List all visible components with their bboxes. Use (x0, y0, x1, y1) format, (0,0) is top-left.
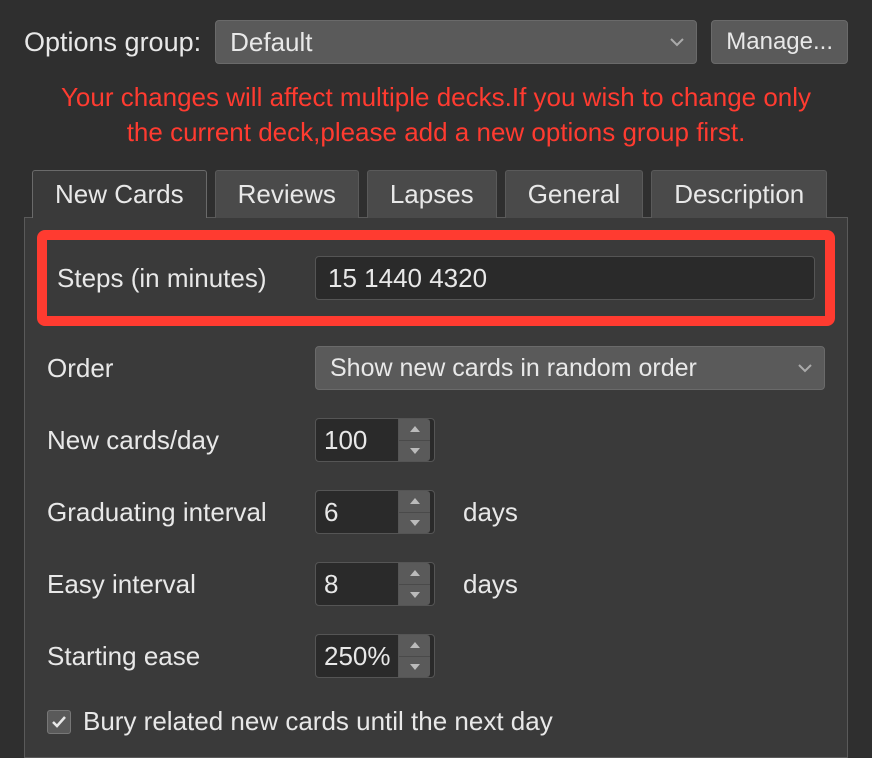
spinner-up-icon[interactable] (399, 563, 430, 585)
options-group-value: Default (230, 27, 312, 58)
starting-ease-label: Starting ease (47, 641, 297, 672)
order-select[interactable]: Show new cards in random order (315, 346, 825, 390)
spinner-up-icon[interactable] (399, 635, 430, 657)
tab-lapses[interactable]: Lapses (367, 170, 497, 218)
easy-interval-unit: days (463, 569, 518, 600)
new-cards-panel: Steps (in minutes) Order Show new cards … (24, 217, 848, 758)
bury-label: Bury related new cards until the next da… (83, 706, 553, 737)
order-label: Order (47, 353, 297, 384)
tab-new-cards[interactable]: New Cards (32, 170, 207, 218)
graduating-interval-input[interactable] (316, 491, 398, 533)
spinner-up-icon[interactable] (399, 491, 430, 513)
new-cards-day-label: New cards/day (47, 425, 297, 456)
spinner-down-icon[interactable] (399, 585, 430, 606)
spinner-down-icon[interactable] (399, 441, 430, 462)
easy-interval-spinner[interactable] (315, 562, 435, 606)
new-cards-day-input[interactable] (316, 419, 398, 461)
easy-interval-input[interactable] (316, 563, 398, 605)
steps-highlight: Steps (in minutes) (37, 230, 835, 326)
tab-reviews[interactable]: Reviews (215, 170, 359, 218)
new-cards-day-spinner[interactable] (315, 418, 435, 462)
tab-row: New Cards Reviews Lapses General Descrip… (32, 170, 848, 218)
graduating-interval-spinner[interactable] (315, 490, 435, 534)
easy-interval-label: Easy interval (47, 569, 297, 600)
spinner-down-icon[interactable] (399, 513, 430, 534)
graduating-interval-label: Graduating interval (47, 497, 297, 528)
starting-ease-spinner[interactable] (315, 634, 435, 678)
steps-label: Steps (in minutes) (57, 263, 297, 294)
options-group-select[interactable]: Default (215, 20, 697, 64)
tab-description[interactable]: Description (651, 170, 827, 218)
graduating-interval-unit: days (463, 497, 518, 528)
tab-general[interactable]: General (505, 170, 644, 218)
options-group-label: Options group: (24, 27, 201, 58)
bury-checkbox[interactable] (47, 710, 71, 734)
starting-ease-input[interactable] (316, 635, 398, 677)
chevron-down-icon (670, 37, 684, 47)
warning-text: Your changes will affect multiple decks.… (24, 80, 848, 150)
spinner-down-icon[interactable] (399, 657, 430, 678)
order-value: Show new cards in random order (330, 354, 697, 383)
steps-input[interactable] (315, 256, 815, 300)
chevron-down-icon (798, 363, 812, 373)
spinner-up-icon[interactable] (399, 419, 430, 441)
manage-button[interactable]: Manage... (711, 20, 848, 64)
options-group-row: Options group: Default Manage... (24, 20, 848, 64)
